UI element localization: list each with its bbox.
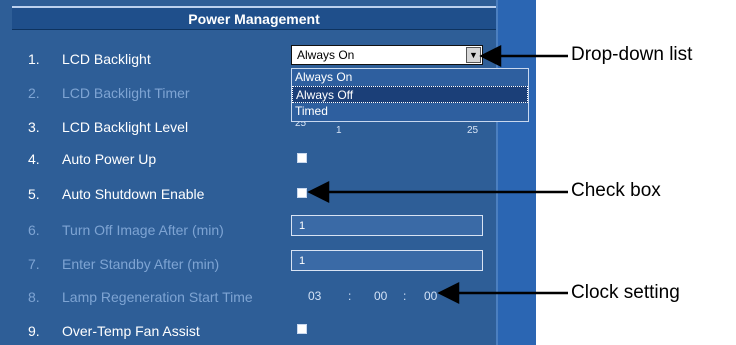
option-timed[interactable]: Timed (292, 103, 528, 120)
row-lcd-backlight: 1. LCD Backlight (0, 49, 280, 69)
row-number: 5. (28, 186, 40, 202)
callout-dropdown-label: Drop-down list (571, 44, 693, 65)
backlight-level-max: 25 (467, 125, 479, 136)
auto-power-up-checkbox[interactable] (297, 153, 307, 163)
option-always-off[interactable]: Always Off (292, 86, 528, 103)
clock-seconds[interactable]: 00 (424, 289, 437, 303)
row-label: Enter Standby After (min) (62, 256, 220, 272)
row-lamp-regeneration-start-time: 8. Lamp Regeneration Start Time (0, 287, 280, 307)
row-label: LCD Backlight (62, 51, 151, 67)
row-number: 2. (28, 85, 40, 101)
row-number: 4. (28, 151, 40, 167)
callout-checkbox-label: Check box (571, 180, 661, 201)
clock-separator: : (348, 289, 352, 303)
over-temp-fan-assist-checkbox[interactable] (297, 324, 307, 334)
chevron-down-icon[interactable]: ▼ (466, 47, 481, 63)
row-label: LCD Backlight Timer (62, 85, 190, 101)
row-number: 6. (28, 222, 40, 238)
turn-off-image-after-input[interactable]: 1 (291, 215, 483, 236)
row-lcd-backlight-timer: 2. LCD Backlight Timer (0, 83, 280, 103)
row-label: Auto Power Up (62, 151, 157, 167)
row-label: Auto Shutdown Enable (62, 186, 205, 202)
row-number: 8. (28, 289, 40, 305)
row-label: Over-Temp Fan Assist (62, 323, 200, 339)
row-number: 7. (28, 256, 40, 272)
row-number: 9. (28, 323, 40, 339)
lcd-backlight-select[interactable]: Always On ▼ (291, 45, 483, 65)
callout-clock-label: Clock setting (571, 282, 680, 303)
row-label: Lamp Regeneration Start Time (62, 289, 253, 305)
row-number: 1. (28, 51, 40, 67)
auto-shutdown-enable-checkbox[interactable] (297, 188, 307, 198)
row-label: LCD Backlight Level (62, 119, 189, 135)
select-value: Always On (297, 48, 355, 62)
row-over-temp-fan-assist: 9. Over-Temp Fan Assist (0, 321, 280, 341)
backlight-level-min: 1 (336, 125, 342, 136)
row-label: Turn Off Image After (min) (62, 222, 224, 238)
clock-separator: : (403, 289, 407, 303)
panel-scroll-edge (496, 0, 536, 345)
row-number: 3. (28, 119, 40, 135)
row-enter-standby-after: 7. Enter Standby After (min) (0, 254, 280, 274)
row-auto-power-up: 4. Auto Power Up (0, 149, 280, 169)
row-auto-shutdown-enable: 5. Auto Shutdown Enable (0, 184, 280, 204)
option-always-on[interactable]: Always On (292, 69, 528, 86)
clock-minutes[interactable]: 00 (374, 289, 387, 303)
row-lcd-backlight-level: 3. LCD Backlight Level (0, 117, 280, 137)
row-turn-off-image-after: 6. Turn Off Image After (min) (0, 220, 280, 240)
panel-title: Power Management (12, 6, 496, 30)
clock-hours[interactable]: 03 (308, 289, 321, 303)
power-management-panel: Power Management 1. LCD Backlight 2. LCD… (0, 0, 536, 345)
lcd-backlight-options: Always On Always Off Timed (291, 68, 529, 122)
enter-standby-after-input[interactable]: 1 (291, 250, 483, 271)
